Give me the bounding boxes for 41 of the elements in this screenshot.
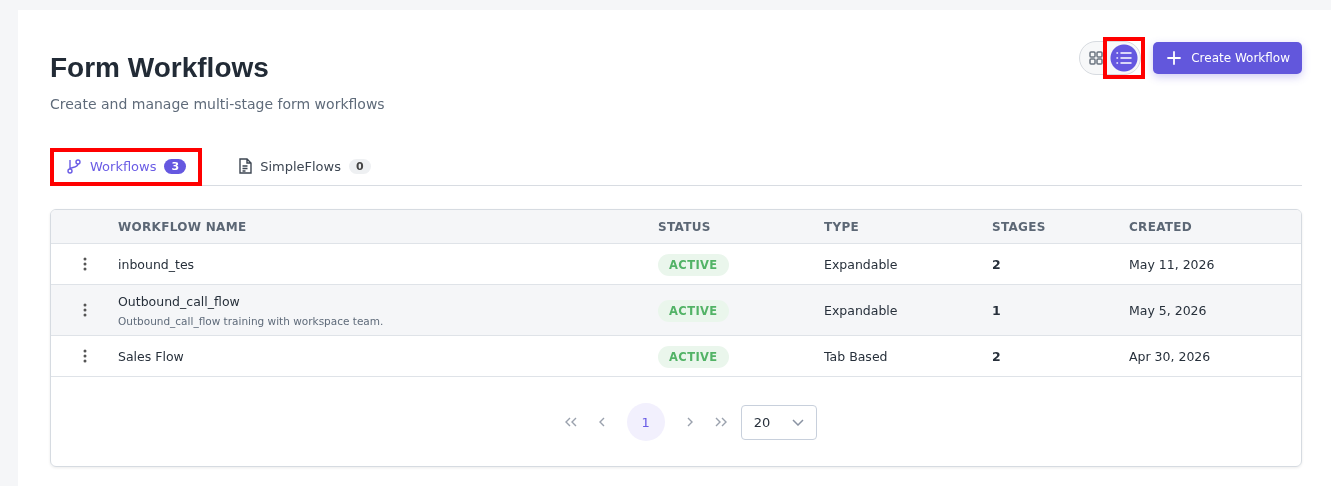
branch-icon: [66, 158, 82, 174]
more-options-icon[interactable]: [82, 303, 87, 317]
column-header: TYPE: [824, 219, 861, 234]
workflow-description: Outbound_call_flow training with workspace team.: [118, 314, 385, 327]
workflow-name: Sales Flow: [118, 348, 185, 364]
page-title: Form Workflows: [50, 52, 270, 84]
table-cell-text: May 11, 2026: [1129, 256, 1216, 272]
list-icon: [1116, 51, 1133, 65]
column-header: CREATED: [1129, 219, 1194, 234]
more-options-icon[interactable]: [82, 349, 87, 363]
table-cell-text: Tab Based: [824, 348, 889, 364]
next-page-icon[interactable]: [686, 417, 693, 427]
page-subtitle: Create and manage multi-stage form workflows: [50, 96, 385, 112]
table-cell-text: Expandable: [824, 302, 899, 318]
table-cell-text: 1: [992, 302, 1002, 318]
chevron-down-icon: [792, 418, 805, 426]
table-cell-text: Apr 30, 2026: [1129, 348, 1212, 364]
column-header: WORKFLOW NAME: [118, 219, 248, 234]
workflow-name: Outbound_call_flow: [118, 293, 241, 309]
document-icon: [238, 158, 253, 174]
status-badge: ACTIVE: [658, 299, 729, 322]
plus-icon: [1167, 51, 1182, 65]
grid-icon: [1089, 51, 1104, 65]
column-header: STAGES: [992, 219, 1047, 234]
first-page-icon[interactable]: [564, 417, 577, 427]
table-cell-text: May 5, 2026: [1129, 302, 1208, 318]
previous-page-icon[interactable]: [598, 417, 605, 427]
page-size-select[interactable]: 20: [740, 404, 818, 440]
workflow-name: inbound_tes: [118, 256, 196, 272]
create-workflow-button[interactable]: Create Workflow: [1153, 42, 1302, 74]
status-badge: ACTIVE: [658, 345, 729, 368]
status-badge: ACTIVE: [658, 253, 729, 276]
table-cell-text: Expandable: [824, 256, 899, 272]
last-page-icon[interactable]: [714, 417, 727, 427]
more-options-icon[interactable]: [82, 257, 87, 271]
tab[interactable]: SimpleFlows 0: [222, 148, 387, 186]
table-cell-text: 2: [992, 256, 1002, 272]
column-header: STATUS: [658, 219, 712, 234]
page-button[interactable]: 1: [626, 403, 665, 441]
table-cell-text: 2: [992, 348, 1002, 364]
tab[interactable]: Workflows 3: [50, 148, 203, 186]
